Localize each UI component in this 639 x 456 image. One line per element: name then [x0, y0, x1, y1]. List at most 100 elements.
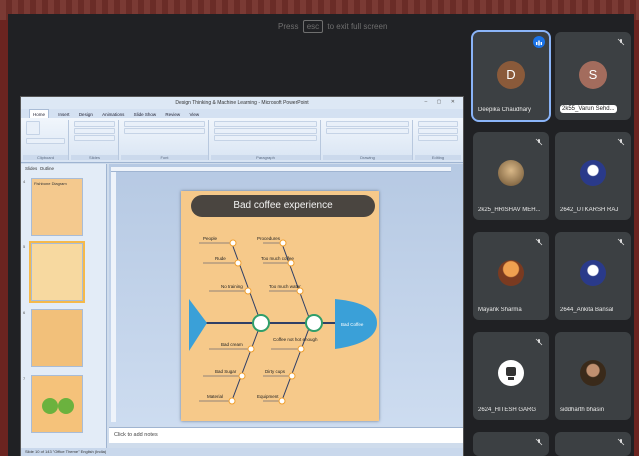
status-bar: Slide 10 of 143 "Office Theme" English (…	[21, 448, 463, 456]
mic-muted-icon	[617, 38, 625, 46]
ribbon-group-drawing: Drawing	[323, 120, 413, 160]
fishbone-diagram: People Procedures Rude Too much coffee N…	[189, 236, 377, 405]
slide-number: 5	[23, 244, 26, 249]
esc-prefix: Press	[278, 22, 299, 31]
mic-muted-icon	[535, 438, 543, 446]
reset-button[interactable]	[74, 128, 115, 134]
participant-name: 2624_HITESH GARG	[478, 407, 537, 413]
slide-thumbnail-selected[interactable]	[29, 241, 85, 303]
cause-label: Too much coffee	[261, 256, 294, 261]
arrange-button[interactable]	[326, 128, 409, 134]
participant-tile[interactable]: 2k25_HRISHAV MEH...	[473, 132, 549, 220]
cause-label: People	[203, 236, 218, 241]
participant-tile[interactable]	[555, 432, 631, 456]
ribbon: Clipboard Slides Font Paragraph Drawing …	[21, 118, 463, 163]
cause-label: Procedures	[257, 236, 281, 241]
cause-label: Bad cream	[221, 342, 243, 347]
participant-tile[interactable]	[473, 432, 549, 456]
delete-button[interactable]	[74, 135, 115, 141]
fish-head-label: Bad Coffee	[341, 322, 364, 327]
cause-label: Bad Sugar	[215, 369, 237, 374]
fullscreen-hint: Press esc to exit full screen	[278, 20, 388, 33]
participant-tile[interactable]: 2644_Ankita Bansal	[555, 232, 631, 320]
video-call-window: Press esc to exit full screen Design Thi…	[0, 0, 639, 456]
vertical-ruler	[111, 172, 116, 422]
slide-thumbnail[interactable]	[31, 309, 83, 367]
participant-tile[interactable]: siddharth bhasin	[555, 332, 631, 420]
pane-tab-outline[interactable]: Outline	[40, 166, 54, 171]
shapes-gallery[interactable]	[326, 121, 409, 127]
align-text-button[interactable]	[214, 128, 317, 134]
slide-number: 7	[23, 376, 26, 381]
slide-number: 4	[23, 179, 26, 184]
profile-photo	[498, 160, 524, 186]
speaking-indicator-icon	[533, 36, 545, 48]
profile-photo	[498, 360, 524, 386]
participant-name: siddharth bhasin	[560, 407, 605, 413]
smartart-button[interactable]	[214, 135, 317, 141]
cause-label: Too much water	[269, 284, 301, 289]
ribbon-tabs: Home Insert Design Animations Slide Show…	[21, 109, 463, 119]
participant-tile[interactable]: S 2k55_Varun Sehd...	[555, 32, 631, 120]
slide-thumbnail[interactable]	[31, 375, 83, 433]
thumb-title: Fishbone Diagram	[34, 181, 67, 186]
find-button[interactable]	[418, 121, 458, 127]
participant-name: 2644_Ankita Bansal	[560, 307, 614, 313]
participant-name: Deepika Chaudhary	[478, 107, 532, 113]
cause-label: Coffee not hot enough	[273, 337, 318, 342]
ribbon-group-paragraph: Paragraph	[211, 120, 321, 160]
participant-tile[interactable]: 2624_HITESH GARG	[473, 332, 549, 420]
cause-label: Material	[207, 394, 223, 399]
cause-label: Equipment	[257, 394, 279, 399]
participant-name: 2k55_Varun Sehd...	[560, 105, 617, 113]
font-style-buttons[interactable]	[124, 128, 205, 134]
ribbon-group-clipboard: Clipboard	[23, 120, 69, 160]
participant-tile[interactable]: 2642_UTKARSH RAJ	[555, 132, 631, 220]
avatar: S	[579, 61, 607, 89]
participant-name: 2642_UTKARSH RAJ	[560, 207, 619, 213]
ribbon-group-slides: Slides	[71, 120, 119, 160]
mic-muted-icon	[535, 238, 543, 246]
participant-tile[interactable]: Mayank Sharma	[473, 232, 549, 320]
participant-tile[interactable]: D Deepika Chaudhary	[471, 30, 551, 122]
mic-muted-icon	[617, 238, 625, 246]
profile-photo	[580, 160, 606, 186]
text-direction-button[interactable]	[214, 121, 317, 127]
slides-pane: Slides Outline 4 Fishbone Diagram 5 6 7	[21, 164, 107, 449]
ppt-window-title: Design Thinking & Machine Learning - Mic…	[21, 97, 463, 109]
group-label-clipboard: Clipboard	[23, 155, 68, 160]
group-label-font: Font	[121, 155, 208, 160]
pane-tabs: Slides Outline	[21, 164, 106, 173]
slide-thumbnail[interactable]: Fishbone Diagram	[31, 178, 83, 236]
select-button[interactable]	[418, 135, 458, 141]
cut-button[interactable]	[26, 138, 65, 144]
font-name-select[interactable]	[124, 121, 205, 127]
participant-name: 2k25_HRISHAV MEH...	[478, 207, 541, 213]
group-label-paragraph: Paragraph	[211, 155, 320, 160]
layout-button[interactable]	[74, 121, 115, 127]
esc-suffix: to exit full screen	[327, 22, 388, 31]
participant-name: Mayank Sharma	[478, 307, 522, 313]
pane-tab-slides[interactable]: Slides	[25, 166, 37, 171]
profile-photo	[498, 260, 524, 286]
thumb-cycle-graphic	[42, 398, 74, 414]
slide-number: 6	[23, 310, 26, 315]
cause-label: Rude	[215, 256, 226, 261]
cause-label: Dirty cups	[265, 369, 286, 374]
notes-pane[interactable]: Click to add notes	[109, 427, 463, 443]
window-controls[interactable]: – ▢ ✕	[425, 99, 459, 105]
horizontal-ruler	[111, 167, 451, 172]
ribbon-group-font: Font	[121, 120, 209, 160]
esc-key: esc	[302, 20, 324, 33]
ribbon-group-editing: Editing	[415, 120, 461, 160]
mic-muted-icon	[617, 438, 625, 446]
group-label-drawing: Drawing	[323, 155, 412, 160]
group-label-slides: Slides	[71, 155, 118, 160]
profile-photo	[580, 360, 606, 386]
current-slide[interactable]: Bad coffee experience People Procedures …	[181, 191, 379, 421]
paste-button[interactable]	[26, 121, 40, 135]
profile-photo	[580, 260, 606, 286]
avatar: D	[497, 61, 525, 89]
shared-screen-powerpoint[interactable]: Design Thinking & Machine Learning - Mic…	[20, 96, 464, 456]
replace-button[interactable]	[418, 128, 458, 134]
